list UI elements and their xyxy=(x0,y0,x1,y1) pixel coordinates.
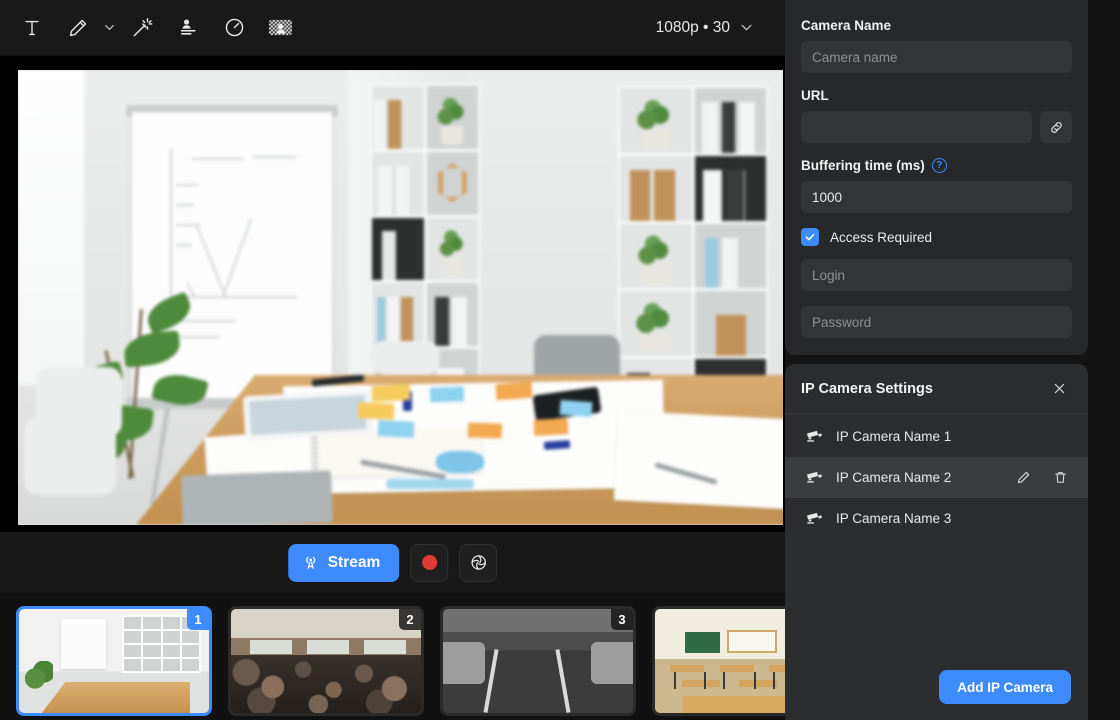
draw-tool-dropdown-button[interactable] xyxy=(100,8,118,48)
thumbnail-item[interactable]: 4 xyxy=(652,606,785,716)
access-required-row[interactable]: Access Required xyxy=(801,228,1072,246)
toolbar: 1080p • 30 xyxy=(0,0,785,56)
ip-camera-name: IP Camera Name 1 xyxy=(836,429,951,444)
check-icon xyxy=(804,231,816,243)
url-input[interactable] xyxy=(801,111,1032,143)
ip-camera-settings-header: IP Camera Settings xyxy=(785,364,1088,414)
delete-camera-button[interactable] xyxy=(1048,466,1072,490)
stream-controls-group: Stream xyxy=(288,544,498,582)
text-tool-button[interactable] xyxy=(10,8,54,48)
pencil-icon xyxy=(67,17,89,39)
text-icon xyxy=(21,17,43,39)
buffering-label: Buffering time (ms) xyxy=(801,158,925,173)
thumbnail-item[interactable]: 1 xyxy=(16,606,212,716)
url-field-block: URL xyxy=(801,88,1072,143)
record-dot-icon xyxy=(422,555,437,570)
buffering-input[interactable] xyxy=(801,181,1072,213)
buffering-label-row: Buffering time (ms) ? xyxy=(801,158,1072,173)
overlay-tool-button[interactable] xyxy=(166,8,210,48)
password-input[interactable] xyxy=(801,306,1072,338)
stream-controls-bar: Stream xyxy=(0,532,785,594)
help-circle-icon[interactable]: ? xyxy=(932,158,947,173)
ip-camera-list-item[interactable]: IP Camera Name 3 xyxy=(785,498,1088,539)
thumbnail-item[interactable]: 3 xyxy=(440,606,636,716)
thumbnail-badge: 2 xyxy=(399,609,421,630)
thumbnail-preview-lecture-hall xyxy=(231,609,421,713)
buffering-field-block: Buffering time (ms) ? xyxy=(801,158,1072,213)
ip-camera-panel-footer: Add IP Camera xyxy=(785,654,1088,720)
editor-area: 1080p • 30 xyxy=(0,0,785,720)
ip-camera-name: IP Camera Name 3 xyxy=(836,511,951,526)
chevron-down-icon xyxy=(739,20,754,35)
stream-button[interactable]: Stream xyxy=(288,544,400,582)
stream-button-label: Stream xyxy=(328,554,381,572)
thumbnail-badge: 3 xyxy=(611,609,633,630)
pencil-icon xyxy=(1016,470,1031,485)
camera-name-input[interactable] xyxy=(801,41,1072,73)
magic-wand-icon xyxy=(131,16,154,39)
thumbnail-item[interactable]: 2 xyxy=(228,606,424,716)
cctv-camera-icon xyxy=(805,469,823,487)
right-gutter xyxy=(1088,0,1120,720)
aperture-icon xyxy=(469,553,488,572)
url-label: URL xyxy=(801,88,1072,103)
login-field-block xyxy=(801,259,1072,291)
camera-form-panel: Camera Name URL Buffering time (ms) ? xyxy=(785,0,1088,355)
url-link-button[interactable] xyxy=(1040,111,1072,143)
chevron-down-icon xyxy=(103,21,116,34)
access-required-checkbox[interactable] xyxy=(801,228,819,246)
video-stage xyxy=(0,56,785,532)
thumbnail-badge: 1 xyxy=(187,609,209,630)
access-required-label: Access Required xyxy=(830,230,932,245)
person-stamp-icon xyxy=(177,16,200,39)
preview-scene-office-meeting-room xyxy=(18,70,783,525)
camera-name-label: Camera Name xyxy=(801,18,1072,33)
close-icon xyxy=(1052,381,1067,396)
ip-camera-list[interactable]: IP Camera Name 1 IP Camera Name 2 xyxy=(785,414,1088,654)
record-button[interactable] xyxy=(410,544,448,582)
draw-tool-group xyxy=(56,8,118,48)
resolution-selector[interactable]: 1080p • 30 xyxy=(650,14,760,42)
ip-camera-settings-panel: IP Camera Settings IP Camera Name 1 xyxy=(785,364,1088,720)
snapshot-button[interactable] xyxy=(459,544,497,582)
timer-tool-button[interactable] xyxy=(212,8,256,48)
thumbnail-preview-parking-garage xyxy=(443,609,633,713)
thumbnail-preview-office-meeting-room xyxy=(19,609,209,713)
ip-camera-list-item[interactable]: IP Camera Name 2 xyxy=(785,457,1088,498)
source-thumbnail-strip[interactable]: 1 2 3 xyxy=(0,594,785,720)
background-removal-icon xyxy=(267,16,294,39)
draw-tool-button[interactable] xyxy=(56,8,100,48)
password-field-block xyxy=(801,306,1072,338)
edit-camera-button[interactable] xyxy=(1011,466,1035,490)
close-panel-button[interactable] xyxy=(1046,376,1072,402)
link-icon xyxy=(1048,119,1065,136)
ip-camera-list-item[interactable]: IP Camera Name 1 xyxy=(785,416,1088,457)
effects-tool-button[interactable] xyxy=(120,8,164,48)
login-input[interactable] xyxy=(801,259,1072,291)
panel-title: IP Camera Settings xyxy=(801,381,933,397)
ip-camera-name: IP Camera Name 2 xyxy=(836,470,951,485)
cctv-camera-icon xyxy=(805,510,823,528)
app-window: 1080p • 30 xyxy=(0,0,1120,720)
cctv-camera-icon xyxy=(805,428,823,446)
trash-icon xyxy=(1053,470,1068,485)
timer-icon xyxy=(223,16,246,39)
resolution-label: 1080p • 30 xyxy=(656,19,730,37)
camera-name-field-block: Camera Name xyxy=(801,18,1072,73)
thumbnail-preview-classroom xyxy=(655,609,785,713)
video-preview[interactable] xyxy=(18,70,783,525)
add-ip-camera-button[interactable]: Add IP Camera xyxy=(939,670,1071,704)
background-tool-button[interactable] xyxy=(258,8,302,48)
broadcast-icon xyxy=(302,554,319,571)
